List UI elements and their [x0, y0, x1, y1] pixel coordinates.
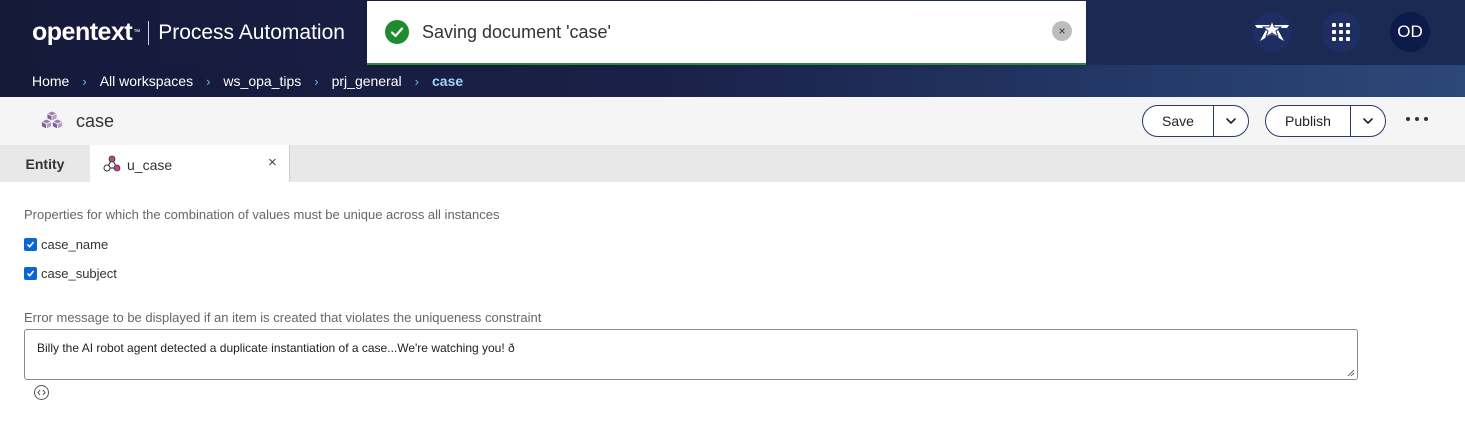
entity-cube-icon: [40, 109, 64, 133]
uniqueness-constraint-panel: Properties for which the combination of …: [0, 182, 1465, 422]
resize-handle-icon[interactable]: [1347, 369, 1355, 377]
breadcrumb-project[interactable]: prj_general: [332, 73, 402, 89]
save-toast: Saving document 'case' ×: [367, 1, 1086, 65]
chevron-right-icon: ›: [206, 73, 211, 89]
star-badge-button[interactable]: [1252, 12, 1292, 52]
toast-message: Saving document 'case': [422, 22, 611, 42]
toast-close-button[interactable]: ×: [1052, 21, 1072, 41]
breadcrumb-current: case: [432, 73, 464, 89]
close-icon: ×: [1058, 24, 1066, 38]
breadcrumb-all-workspaces[interactable]: All workspaces: [100, 73, 193, 89]
tab-u-case[interactable]: u_case ×: [90, 145, 290, 182]
case-subject-checkbox[interactable]: [24, 267, 37, 280]
tab-entity[interactable]: Entity: [0, 145, 90, 182]
tab-bar: Entity u_case ×: [0, 145, 1465, 182]
breadcrumb-home[interactable]: Home: [32, 73, 69, 89]
document-title: case: [76, 111, 115, 131]
success-check-icon: [385, 20, 409, 44]
breadcrumb-workspace[interactable]: ws_opa_tips: [223, 73, 301, 89]
star-badge-icon: [1255, 21, 1289, 41]
brand[interactable]: opentext ™ Process Automation: [32, 18, 345, 47]
publish-button[interactable]: Publish: [1266, 106, 1351, 136]
product-name: Process Automation: [158, 20, 345, 44]
property-checkbox-row: case_subject: [24, 266, 117, 281]
checkbox-label: case_subject: [41, 266, 117, 281]
chevron-down-icon: [1226, 118, 1236, 125]
more-dot: [1415, 117, 1419, 121]
document-toolbar: case Save Publish: [0, 97, 1465, 145]
properties-description: Properties for which the combination of …: [24, 207, 500, 222]
error-message-textarea[interactable]: Billy the AI robot agent detected a dupl…: [24, 329, 1358, 380]
apps-grid-icon: [1332, 23, 1350, 41]
tab-u-case-label: u_case: [127, 157, 173, 173]
breadcrumb: Home › All workspaces › ws_opa_tips › pr…: [0, 65, 1465, 97]
more-options-button[interactable]: [1404, 112, 1430, 126]
relationship-nodes-icon: [103, 155, 121, 172]
publish-split-button: Publish: [1265, 105, 1386, 137]
chevron-right-icon: ›: [82, 73, 87, 89]
brand-divider: [148, 20, 150, 45]
brand-logo: opentext: [32, 18, 133, 46]
checkbox-label: case_name: [41, 237, 109, 252]
more-dot: [1406, 117, 1410, 121]
error-message-value: Billy the AI robot agent detected a dupl…: [37, 341, 515, 355]
close-icon[interactable]: ×: [268, 154, 277, 171]
chevron-down-icon: [1363, 118, 1373, 125]
brand-trademark: ™: [133, 29, 141, 36]
apps-button[interactable]: [1321, 12, 1361, 52]
user-avatar[interactable]: OD: [1390, 12, 1430, 52]
save-button[interactable]: Save: [1143, 106, 1214, 136]
chevron-right-icon: ›: [314, 73, 319, 89]
more-dot: [1424, 117, 1428, 121]
error-message-label: Error message to be displayed if an item…: [24, 310, 542, 325]
code-view-icon[interactable]: [34, 385, 49, 400]
case-name-checkbox[interactable]: [24, 238, 37, 251]
publish-options-button[interactable]: [1351, 106, 1385, 136]
chevron-right-icon: ›: [414, 73, 419, 89]
save-options-button[interactable]: [1214, 106, 1248, 136]
save-split-button: Save: [1142, 105, 1249, 137]
property-checkbox-row: case_name: [24, 237, 108, 252]
